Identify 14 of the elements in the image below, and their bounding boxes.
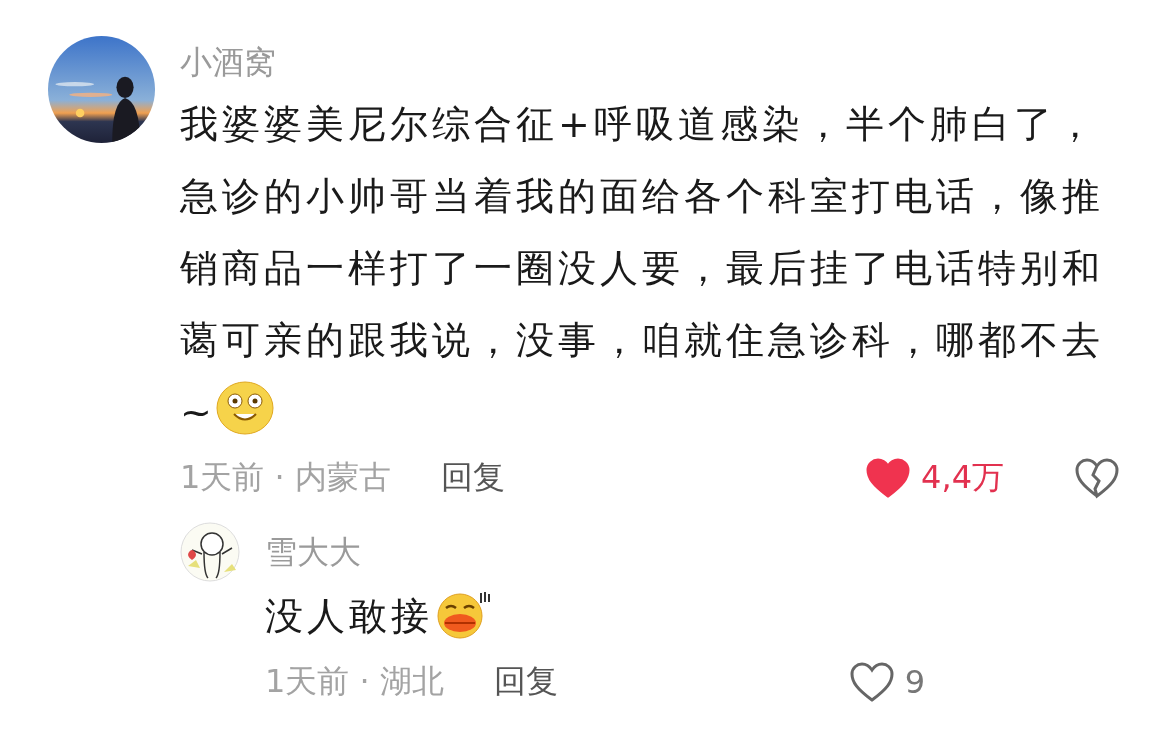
username[interactable]: 雪大大	[265, 536, 1170, 568]
like-button[interactable]: 4,4万	[865, 456, 1004, 500]
reply-button[interactable]: 回复	[440, 456, 505, 500]
cartoon-avatar-icon	[180, 522, 240, 582]
comment-text: 没人敢接	[265, 580, 865, 652]
comment-meta: 1天前 · 湖北	[265, 661, 444, 702]
heart-icon	[865, 457, 912, 499]
like-button[interactable]: 9	[848, 661, 925, 703]
grinning-emoji-icon	[215, 381, 274, 435]
comment-text: 我婆婆美尼尔综合征+呼吸道感染，半个肺白了，急诊的小帅哥当着我的面给各个科室打电话，像推销商品一样打了一圈没人要，最后挂了电话特别和蔼可亲的跟我说，没事，咱就住急诊科，哪都不去~	[180, 101, 1105, 437]
username[interactable]: 小酒窝	[180, 46, 1170, 78]
reply-button[interactable]: 回复	[493, 660, 558, 704]
comment-meta: 1天前 · 内蒙古	[180, 457, 391, 498]
heart-icon	[848, 661, 895, 703]
